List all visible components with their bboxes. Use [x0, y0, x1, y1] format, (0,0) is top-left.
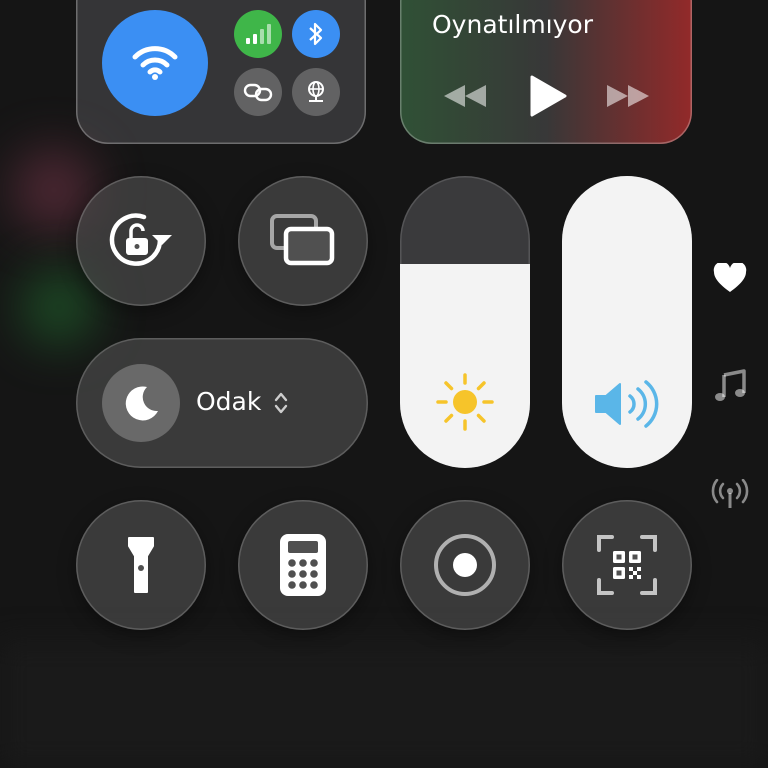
rotation-lock-icon [109, 213, 172, 266]
globe-network-icon [308, 81, 324, 102]
connectivity-page-indicator[interactable] [710, 474, 750, 514]
record-icon [434, 534, 496, 596]
heart-icon [713, 263, 747, 292]
background-blur [0, 640, 768, 768]
speaker-icon [595, 380, 659, 428]
music-note-icon [715, 369, 746, 401]
background-blur [24, 272, 94, 342]
flashlight-icon [128, 537, 154, 593]
sun-icon [436, 373, 494, 431]
chevron-up-down-icon [274, 392, 288, 414]
screen-mirroring-icon [270, 214, 335, 266]
focus-label: Odak [196, 387, 262, 416]
now-playing-title: Oynatılmıyor [432, 10, 593, 39]
music-page-indicator[interactable] [710, 366, 750, 406]
link-icon [243, 83, 273, 102]
screen-record-button[interactable] [400, 500, 530, 630]
focus-moon-circle [102, 364, 180, 442]
volume-slider[interactable] [562, 176, 692, 468]
connectivity-panel [76, 0, 366, 144]
qr-scanner-button[interactable] [562, 500, 692, 630]
wifi-icon [132, 46, 178, 80]
play-icon[interactable] [528, 74, 568, 118]
airdrop-button[interactable] [234, 68, 282, 116]
brightness-slider[interactable] [400, 176, 530, 468]
moon-icon [125, 386, 158, 421]
qr-code-icon [597, 535, 657, 595]
calculator-icon [280, 534, 326, 596]
bluetooth-icon [309, 22, 323, 46]
focus-button[interactable]: Odak [76, 338, 368, 468]
antenna-icon [711, 479, 749, 508]
hotspot-button[interactable] [292, 68, 340, 116]
media-panel[interactable]: Oynatılmıyor [400, 0, 692, 144]
wifi-button[interactable] [102, 10, 208, 116]
bluetooth-button[interactable] [292, 10, 340, 58]
brightness-level-fill [400, 263, 530, 468]
previous-track-icon[interactable] [442, 83, 488, 109]
next-track-icon[interactable] [605, 83, 651, 109]
calculator-button[interactable] [238, 500, 368, 630]
favorites-page-indicator[interactable] [710, 258, 750, 298]
flashlight-button[interactable] [76, 500, 206, 630]
cellular-button[interactable] [234, 10, 282, 58]
cellular-signal-icon [246, 24, 271, 44]
screen-mirroring-button[interactable] [238, 176, 368, 306]
rotation-lock-button[interactable] [76, 176, 206, 306]
